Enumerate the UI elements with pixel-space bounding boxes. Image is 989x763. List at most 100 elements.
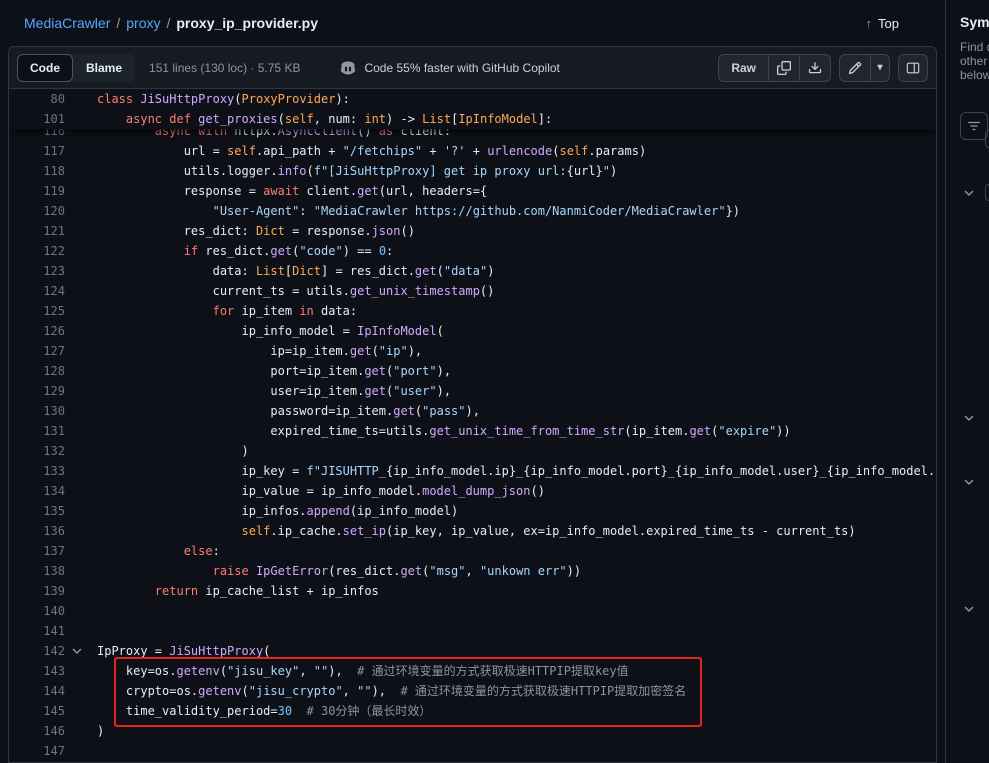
chevron-down-icon: ▾ [877, 62, 882, 73]
line-number[interactable]: 144 [9, 681, 65, 701]
chevron-slot [65, 241, 89, 261]
chevron-slot [65, 581, 89, 601]
code-blame-segmented-control: Code Blame [17, 54, 135, 82]
line-gutter: 120 [9, 201, 97, 221]
back-to-top-button[interactable]: ↑ Top [860, 15, 905, 32]
breadcrumb-repo-link[interactable]: MediaCrawler [24, 15, 110, 31]
line-number[interactable]: 133 [9, 461, 65, 481]
tab-code[interactable]: Code [17, 54, 73, 82]
edit-file-button[interactable] [839, 54, 871, 82]
filter-icon [967, 119, 981, 133]
chevron-slot [65, 181, 89, 201]
code-text: url = self.api_path + "/fetchips" + '?' … [97, 141, 936, 161]
line-number[interactable]: 101 [9, 109, 65, 129]
code-text: data: List[Dict] = res_dict.get("data") [97, 261, 936, 281]
line-number[interactable]: 139 [9, 581, 65, 601]
download-raw-button[interactable] [799, 54, 831, 82]
line-number[interactable]: 120 [9, 201, 65, 221]
line-number[interactable]: 143 [9, 661, 65, 681]
line-number[interactable]: 122 [9, 241, 65, 261]
up-arrow-icon: ↑ [866, 16, 873, 31]
code-text: expired_time_ts=utils.get_unix_time_from… [97, 421, 936, 441]
symbol-tree-chevron-down-icon[interactable] [961, 602, 977, 616]
line-gutter: 145 [9, 701, 97, 721]
chevron-slot [65, 601, 89, 621]
line-number[interactable]: 118 [9, 161, 65, 181]
code-text: time_validity_period=30 # 30分钟（最长时效） [97, 701, 936, 721]
line-gutter: 80 [9, 89, 97, 109]
chevron-slot [65, 281, 89, 301]
line-number[interactable]: 134 [9, 481, 65, 501]
code-line: 120 "User-Agent": "MediaCrawler https://… [9, 201, 936, 221]
line-number[interactable]: 146 [9, 721, 65, 741]
line-number[interactable]: 126 [9, 321, 65, 341]
line-gutter: 125 [9, 301, 97, 321]
chevron-slot [65, 441, 89, 461]
line-number[interactable]: 121 [9, 221, 65, 241]
line-gutter: 117 [9, 141, 97, 161]
line-gutter: 128 [9, 361, 97, 381]
code-text: current_ts = utils.get_unix_timestamp() [97, 281, 936, 301]
line-number[interactable]: 140 [9, 601, 65, 621]
code-line: 128 port=ip_item.get("port"), [9, 361, 936, 381]
line-number[interactable]: 128 [9, 361, 65, 381]
code-text: utils.logger.info(f"[JiSuHttpProxy] get … [97, 161, 936, 181]
tab-blame[interactable]: Blame [73, 54, 135, 82]
symbols-panel-description: Find definitions and references for func… [960, 40, 989, 82]
chevron-slot [65, 741, 89, 761]
code-line: 129 user=ip_item.get("user"), [9, 381, 936, 401]
code-line: 121 res_dict: Dict = response.json() [9, 221, 936, 241]
line-number[interactable]: 123 [9, 261, 65, 281]
line-number[interactable]: 127 [9, 341, 65, 361]
filter-symbols-button[interactable] [960, 112, 988, 140]
line-gutter: 129 [9, 381, 97, 401]
chevron-slot [65, 461, 89, 481]
chevron-slot [65, 401, 89, 421]
chevron-slot [65, 361, 89, 381]
line-gutter: 147 [9, 741, 97, 761]
line-number[interactable]: 136 [9, 521, 65, 541]
main-column: MediaCrawler/proxy/proxy_ip_provider.py … [0, 0, 945, 763]
line-number[interactable]: 141 [9, 621, 65, 641]
collapse-region-chevron-icon[interactable] [65, 641, 89, 661]
symbol-tree-chevron-down-icon[interactable] [961, 186, 977, 200]
copilot-icon [340, 60, 356, 76]
code-line: 140 [9, 601, 936, 621]
line-number[interactable]: 147 [9, 741, 65, 761]
line-number[interactable]: 135 [9, 501, 65, 521]
symbol-tree-chevron-down-icon[interactable] [961, 411, 977, 425]
line-number[interactable]: 80 [9, 89, 65, 109]
line-gutter: 133 [9, 461, 97, 481]
chevron-slot [65, 161, 89, 181]
line-gutter: 124 [9, 281, 97, 301]
line-number[interactable]: 142 [9, 641, 65, 661]
code-text: res_dict: Dict = response.json() [97, 221, 936, 241]
breadcrumb-folder-link[interactable]: proxy [126, 15, 160, 31]
raw-copy-download-group: Raw [718, 54, 831, 82]
line-number[interactable]: 117 [9, 141, 65, 161]
code-line: 145 time_validity_period=30 # 30分钟（最长时效） [9, 701, 936, 721]
code-line: 147 [9, 741, 936, 761]
code-line: 139 return ip_cache_list + ip_infos [9, 581, 936, 601]
line-number[interactable]: 131 [9, 421, 65, 441]
copy-raw-button[interactable] [768, 54, 800, 82]
code-line: 143 key=os.getenv("jisu_key", ""), # 通过环… [9, 661, 936, 681]
chevron-slot [65, 261, 89, 281]
code-text: if res_dict.get("code") == 0: [97, 241, 936, 261]
code-text [97, 621, 936, 641]
line-number[interactable]: 119 [9, 181, 65, 201]
edit-options-dropdown[interactable]: ▾ [870, 54, 890, 82]
line-number[interactable]: 145 [9, 701, 65, 721]
line-number[interactable]: 130 [9, 401, 65, 421]
chevron-slot [65, 421, 89, 441]
breadcrumb-path: MediaCrawler/proxy/proxy_ip_provider.py [24, 15, 318, 31]
line-number[interactable]: 138 [9, 561, 65, 581]
line-number[interactable]: 137 [9, 541, 65, 561]
line-number[interactable]: 125 [9, 301, 65, 321]
symbols-panel-toggle-button[interactable] [898, 54, 928, 82]
raw-button[interactable]: Raw [718, 54, 769, 82]
line-number[interactable]: 124 [9, 281, 65, 301]
line-number[interactable]: 129 [9, 381, 65, 401]
line-number[interactable]: 132 [9, 441, 65, 461]
symbol-tree-chevron-down-icon[interactable] [961, 475, 977, 489]
